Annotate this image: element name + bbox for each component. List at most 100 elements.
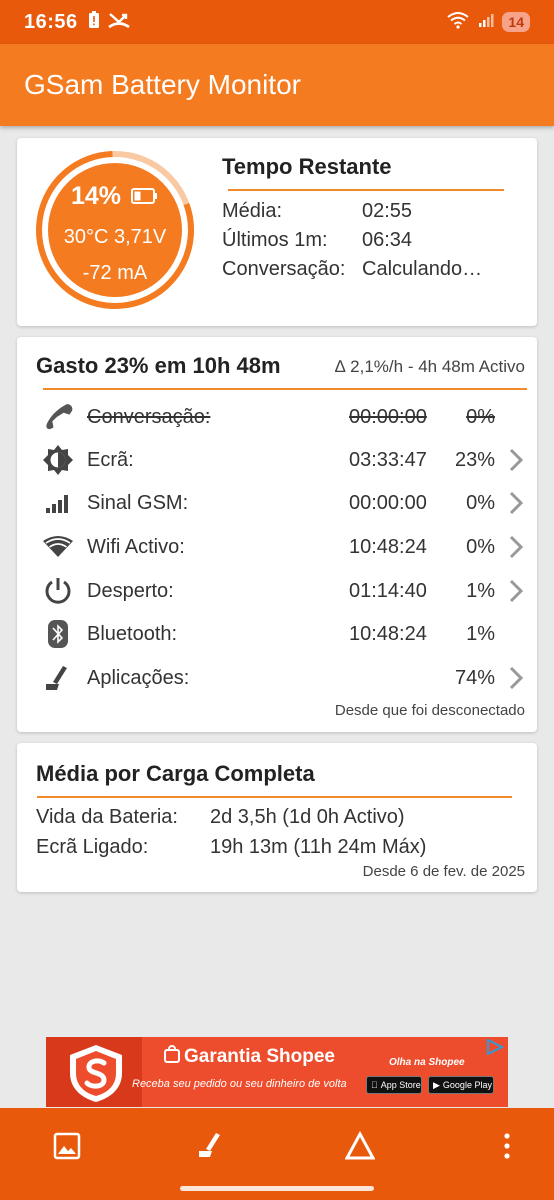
ad-choices-icon[interactable]	[486, 1038, 505, 1060]
temperature-voltage: 30°C 3,71V	[63, 226, 167, 248]
time-remaining-row: Média: 02:55	[222, 200, 412, 223]
overflow-menu-button[interactable]	[491, 1130, 523, 1162]
status-bar: 16:56 14	[0, 0, 554, 44]
usage-title: Gasto 23% em 10h 48m	[36, 353, 281, 378]
row-time: 00:00:00	[349, 405, 427, 428]
row-time: 03:33:47	[349, 448, 427, 471]
store-label: App Store	[374, 1080, 421, 1090]
full-charge-footer: Desde 6 de fev. de 2025	[362, 863, 525, 880]
row-label: Sinal GSM:	[87, 491, 189, 514]
battery-level-badge: 14	[502, 12, 530, 32]
chevron-right-icon	[509, 491, 524, 521]
row-label: Desperto:	[87, 579, 174, 602]
row-label: Bluetooth:	[87, 622, 178, 645]
battery-icon	[131, 182, 159, 211]
wifi-icon	[41, 530, 75, 564]
row-label: Ecrã Ligado:	[36, 836, 149, 858]
power-icon	[41, 574, 75, 608]
full-charge-card: Média por Carga Completa Vida da Bateria…	[17, 743, 537, 892]
chevron-right-icon	[509, 666, 524, 696]
row-value: Calculando…	[362, 258, 483, 280]
app-store-badge[interactable]: App Store	[366, 1076, 422, 1094]
home-gesture-pill[interactable]	[180, 1186, 374, 1191]
title-underline	[43, 388, 527, 390]
shopee-logo-icon	[70, 1045, 122, 1102]
row-time: 10:48:24	[349, 622, 427, 645]
usage-row-aplicacoes[interactable]: Aplicações: 74%	[17, 658, 537, 698]
row-value: 2d 3,5h (1d 0h Activo)	[210, 806, 405, 828]
row-time: 00:00:00	[349, 491, 427, 514]
usage-footer: Desde que foi desconectado	[334, 702, 525, 719]
battery-percent: 14%	[70, 182, 122, 210]
ad-brand: Garantia Shopee	[164, 1045, 335, 1069]
ad-cta: Olha na Shopee	[389, 1057, 465, 1068]
battery-gauge[interactable]: 14% 30°C 3,71V -72 mA	[35, 150, 195, 310]
brightness-icon	[41, 443, 75, 477]
row-value: 19h 13m (11h 24m Máx)	[210, 836, 427, 858]
battery-summary-card[interactable]: 14% 30°C 3,71V -72 mA Tempo Restante Méd…	[17, 138, 537, 326]
apple-icon: 	[371, 1080, 378, 1090]
row-label: Conversação:	[87, 405, 211, 428]
shopee-bag-icon	[164, 1045, 180, 1069]
row-percent: 1%	[466, 622, 495, 645]
app-bar: GSam Battery Monitor	[0, 44, 554, 126]
row-label: Aplicações:	[87, 666, 190, 689]
play-icon: ▶	[433, 1079, 440, 1090]
full-charge-title: Média por Carga Completa	[36, 761, 315, 786]
image-button[interactable]	[51, 1130, 83, 1162]
usage-row-wifi[interactable]: Wifi Activo: 10:48:24 0%	[17, 527, 537, 567]
title-underline	[37, 796, 512, 798]
chevron-right-icon	[509, 579, 524, 609]
row-value: 06:34	[362, 229, 413, 251]
apps-toolbar-icon	[199, 1133, 220, 1157]
usage-row-desperto[interactable]: Desperto: 01:14:40 1%	[17, 571, 537, 611]
more-vertical-icon	[504, 1133, 510, 1159]
time-remaining-row: Conversação: Calculando…	[222, 258, 482, 281]
usage-rate: ∆ 2,1%/h - 4h 48m Activo	[335, 357, 525, 376]
usage-row-sinal-gsm[interactable]: Sinal GSM: 00:00:00 0%	[17, 483, 537, 523]
row-label: Ecrã:	[87, 448, 134, 471]
delta-button[interactable]	[344, 1130, 376, 1162]
title-underline	[228, 189, 504, 191]
missed-call-icon	[107, 11, 130, 34]
apps-icon	[41, 661, 75, 695]
row-percent: 74%	[454, 666, 495, 689]
delta-icon	[345, 1131, 375, 1160]
row-label: Wifi Activo:	[87, 535, 185, 558]
row-percent: 0%	[466, 405, 495, 428]
bluetooth-icon	[41, 617, 75, 651]
usage-row-conversacao: Conversação: 00:00:00 0%	[17, 397, 537, 437]
full-charge-row: Ecrã Ligado: 19h 13m (11h 24m Máx)	[36, 836, 426, 859]
row-label: Conversação:	[222, 258, 346, 280]
ad-tagline: Receba seu pedido ou seu dinheiro de vol…	[132, 1078, 347, 1090]
image-icon	[53, 1132, 81, 1160]
row-time: 10:48:24	[349, 535, 427, 558]
row-label: Últimos 1m:	[222, 229, 328, 251]
row-label: Vida da Bateria:	[36, 806, 178, 828]
usage-row-ecra[interactable]: Ecrã: 03:33:47 23%	[17, 440, 537, 480]
signal-icon	[41, 486, 75, 520]
cell-signal-icon	[478, 12, 494, 33]
usage-card: Gasto 23% em 10h 48m ∆ 2,1%/h - 4h 48m A…	[17, 337, 537, 732]
row-percent: 0%	[466, 535, 495, 558]
chevron-right-icon	[509, 535, 524, 565]
row-percent: 0%	[466, 491, 495, 514]
row-percent: 23%	[454, 448, 495, 471]
store-label: Google Play	[442, 1080, 492, 1090]
ad-banner[interactable]: Garantia Shopee Receba seu pedido ou seu…	[46, 1037, 508, 1107]
row-time: 01:14:40	[349, 579, 427, 602]
apps-button[interactable]	[195, 1130, 227, 1162]
time-remaining-title: Tempo Restante	[222, 154, 392, 179]
google-play-badge[interactable]: ▶ Google Play	[428, 1076, 494, 1094]
status-time: 16:56	[24, 10, 78, 33]
phone-icon	[41, 400, 75, 434]
row-label: Média:	[222, 200, 283, 222]
row-value: 02:55	[362, 200, 413, 222]
bottom-toolbar	[0, 1108, 554, 1184]
battery-alert-icon	[88, 10, 100, 34]
chevron-right-icon	[509, 448, 524, 478]
battery-current: -72 mA	[82, 262, 148, 284]
app-title: GSam Battery Monitor	[24, 69, 301, 100]
row-percent: 1%	[466, 579, 495, 602]
time-remaining-row: Últimos 1m: 06:34	[222, 229, 412, 252]
